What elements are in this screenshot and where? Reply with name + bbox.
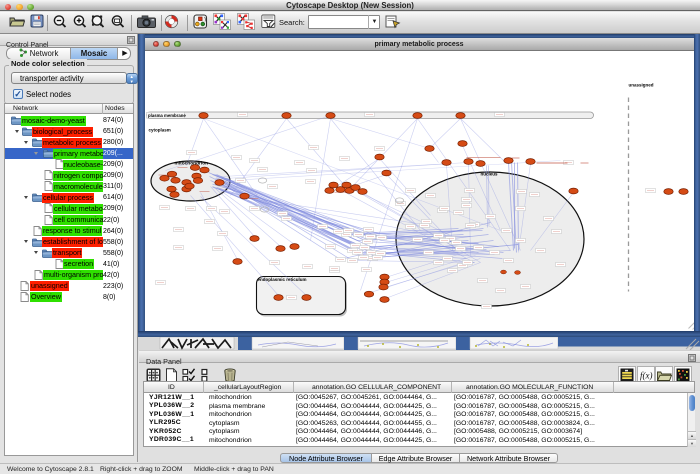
svg-text:cytoplasm: cytoplasm (148, 127, 170, 132)
svg-text:nucleus: nucleus (480, 171, 498, 176)
svg-text:f(x): f(x) (640, 371, 653, 381)
svg-text:unassigned: unassigned (628, 82, 653, 87)
svg-text:plasma membrane: plasma membrane (148, 112, 186, 117)
svg-text:mitochondrion: mitochondrion (174, 160, 208, 166)
svg-text:endoplasmic reticulum: endoplasmic reticulum (257, 277, 306, 282)
